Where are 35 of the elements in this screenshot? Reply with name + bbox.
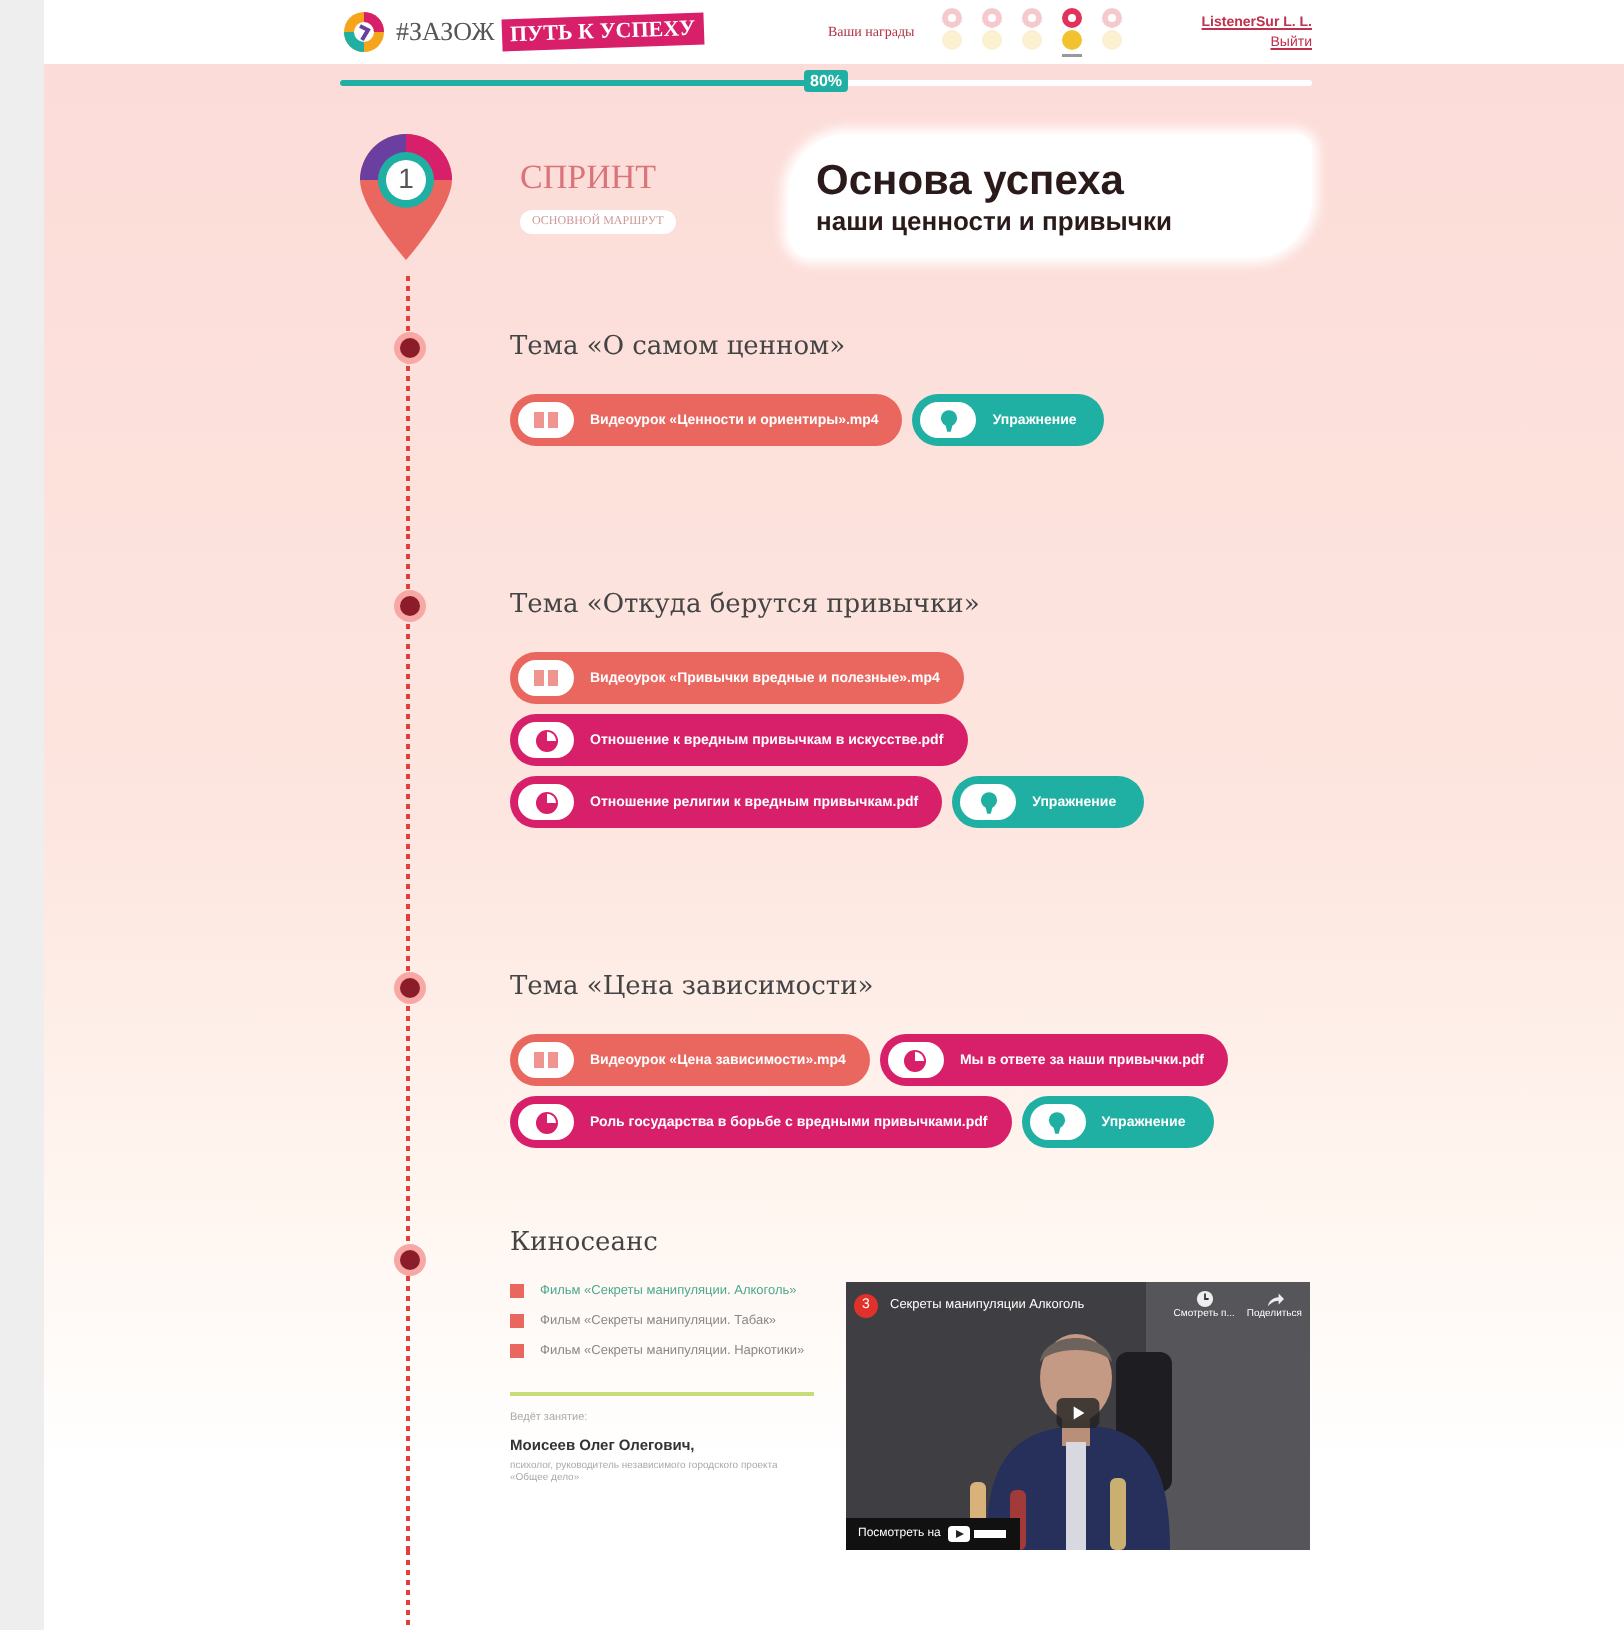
film-marker-icon	[510, 1284, 524, 1298]
clock-icon	[1195, 1290, 1214, 1308]
film-icon	[534, 412, 558, 428]
map-pin-icon	[356, 130, 456, 262]
section-title: Киносеанс	[510, 1228, 660, 1258]
lightbulb-icon	[1048, 1111, 1067, 1133]
topic-title: Тема «О самом ценном»	[510, 332, 848, 362]
film-icon	[534, 1052, 558, 1068]
logo-badge: ПУТЬ К УСПЕХУ	[502, 12, 705, 52]
pie-chart-icon	[535, 1111, 557, 1133]
sprint-number: 1	[396, 162, 416, 194]
logo-text: #ЗАЗОЖ	[396, 16, 495, 48]
pie-chart-icon	[535, 729, 557, 751]
pie-chart-icon	[535, 791, 557, 813]
play-icon[interactable]	[1056, 1398, 1100, 1428]
timeline-dot	[394, 972, 426, 1004]
video-logo-icon	[948, 1525, 1009, 1543]
timeline-dot	[394, 590, 426, 622]
topic-title: Тема «Цена зависимости»	[510, 972, 876, 1002]
sprint-subtitle: наши ценности и привычки	[816, 205, 1174, 235]
film-marker-icon	[510, 1314, 524, 1329]
timeline-dot	[394, 332, 426, 364]
medal-icon[interactable]	[1058, 6, 1087, 58]
sprint-title: Основа успеха	[816, 157, 1126, 205]
pie-chart-icon	[904, 1049, 927, 1071]
film-marker-icon	[510, 1344, 524, 1359]
lightbulb-icon	[939, 409, 958, 431]
film-icon	[534, 670, 558, 686]
topic-title: Тема «Откуда берутся привычки»	[510, 590, 982, 620]
timeline-dot	[394, 1244, 426, 1276]
lightbulb-icon	[979, 791, 998, 813]
progress-label: 80%	[804, 70, 848, 92]
logo-icon	[340, 8, 388, 56]
sprint-label: СПРИНТ	[520, 158, 657, 198]
share-icon	[1265, 1290, 1284, 1308]
